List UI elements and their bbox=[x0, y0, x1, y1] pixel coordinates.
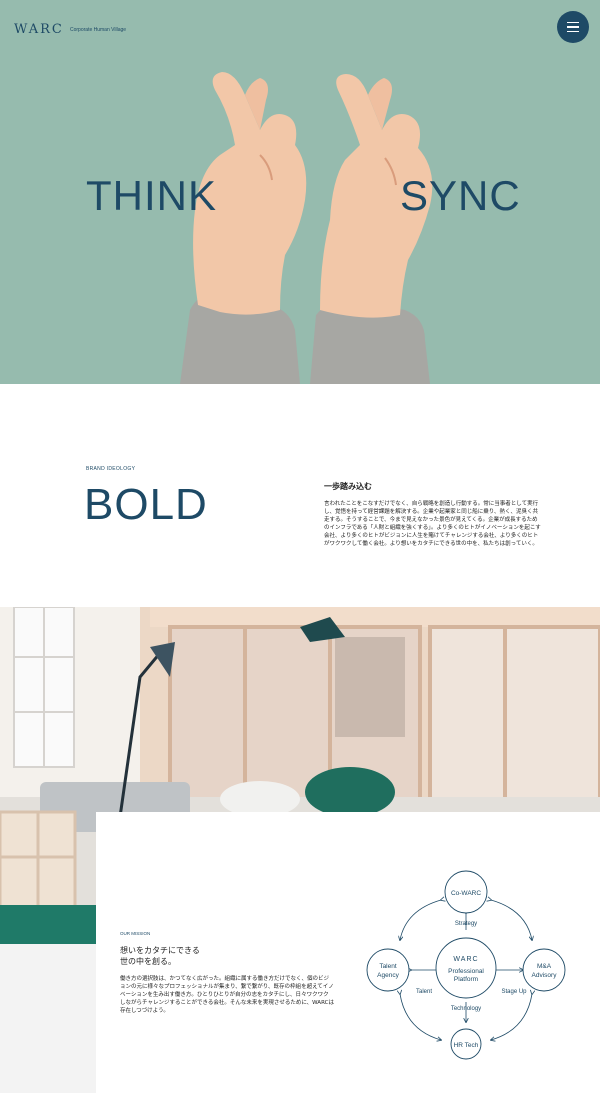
node-top-label: Co-WARC bbox=[451, 890, 481, 897]
hero-section: WARC Corporate Human Village THINK SYNC bbox=[0, 0, 600, 384]
mission-heading: 想いをカタチにできる 世の中を創る。 bbox=[120, 946, 200, 968]
node-left-line1: Talent bbox=[379, 963, 397, 970]
mission-heading-line2: 世の中を創る。 bbox=[120, 956, 176, 966]
arrow-label-right: Stage Up bbox=[501, 989, 527, 995]
node-left-line2: Agency bbox=[377, 972, 399, 979]
hamburger-menu-icon bbox=[567, 21, 579, 24]
node-right bbox=[522, 948, 566, 992]
arrow-label-left: Talent bbox=[416, 989, 432, 995]
hamburger-menu-icon-bar bbox=[567, 26, 579, 28]
hamburger-menu-icon-bar bbox=[567, 30, 579, 33]
arrow-bottom-left bbox=[400, 994, 441, 1040]
business-diagram: WARC Professional Platform Co-WARC Talen… bbox=[366, 870, 566, 1060]
hero-word-think: THINK bbox=[86, 172, 217, 219]
green-accent-block bbox=[0, 905, 96, 944]
brand-heading: 一歩踏み込む bbox=[324, 482, 372, 491]
grey-side-block bbox=[0, 944, 96, 1093]
center-line2: Platform bbox=[454, 976, 478, 983]
brand-body-text: 言われたことをこなすだけでなく、自ら戦略を創造し行動する。常に当事者として実行し… bbox=[324, 501, 541, 547]
center-line1: Professional bbox=[448, 968, 484, 975]
arrow-bottom-right bbox=[491, 994, 532, 1040]
arrow-top-right bbox=[491, 900, 532, 940]
arrow-top-left bbox=[400, 900, 441, 940]
arrow-label-bottom: Technology bbox=[451, 1006, 481, 1012]
node-right-line2: Advisory bbox=[532, 972, 558, 979]
hero-word-sync: SYNC bbox=[400, 172, 521, 219]
site-logo[interactable]: WARC bbox=[14, 22, 64, 37]
center-logo: WARC bbox=[453, 956, 478, 963]
mission-label: OUR MISSION bbox=[120, 931, 151, 936]
site-tagline: Corporate Human Village bbox=[70, 27, 127, 33]
brand-word-bold: BOLD bbox=[84, 480, 208, 529]
node-right-line1: M&A bbox=[537, 963, 552, 970]
mission-heading-line1: 想いをカタチにできる bbox=[120, 946, 200, 955]
right-hand-illustration bbox=[310, 74, 433, 384]
node-bottom-label: HR Tech bbox=[454, 1042, 479, 1049]
brand-ideology-label: BRAND IDEOLOGY bbox=[86, 466, 136, 472]
menu-button[interactable] bbox=[557, 11, 589, 43]
arrow-label-top: Strategy bbox=[455, 921, 477, 927]
node-left bbox=[366, 948, 410, 992]
mission-body-text: 働き方の選択肢は、かつてなく広がった。組織に属する働き方だけでなく、個のビジョン… bbox=[120, 976, 334, 1014]
